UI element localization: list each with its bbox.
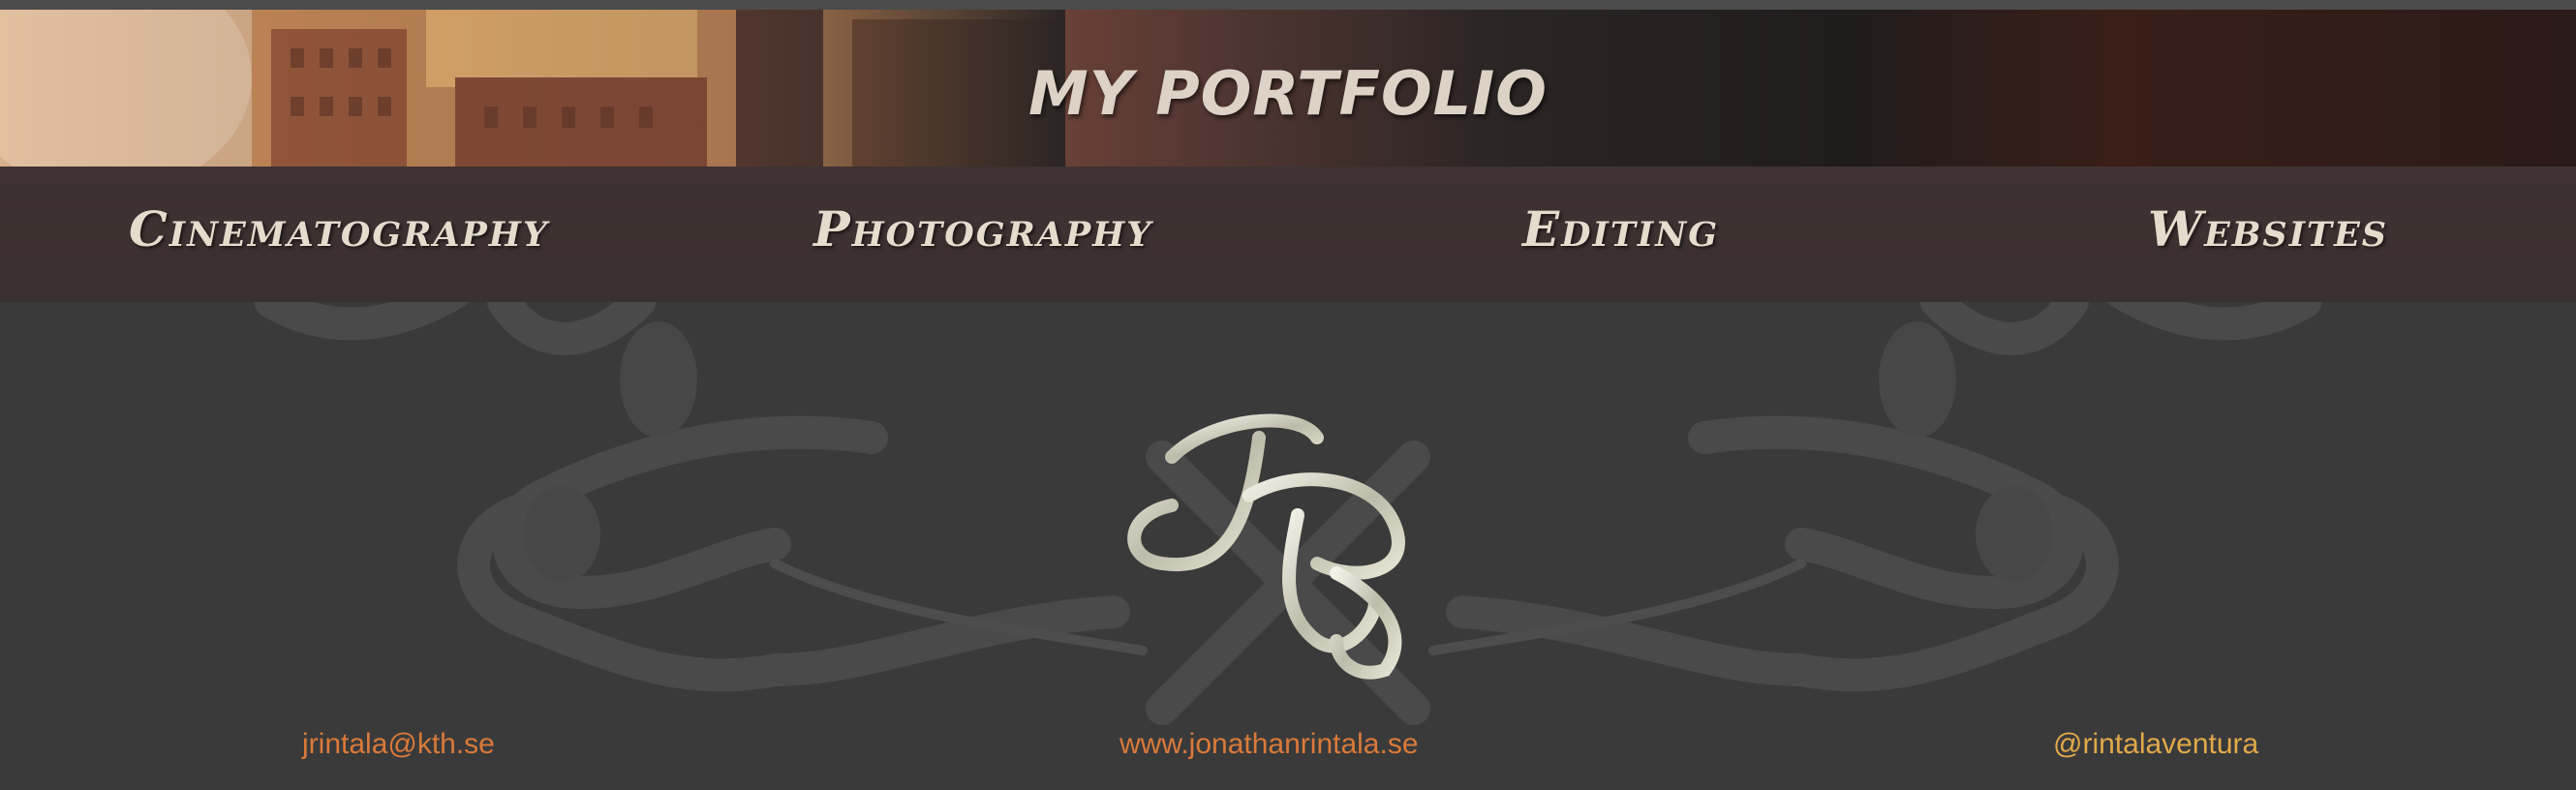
email-link[interactable]: jrintala@kth.se	[302, 728, 495, 761]
header-banner: MY PORTFOLIO	[0, 10, 2576, 167]
website-link[interactable]: www.jonathanrintala.se	[1119, 728, 1419, 761]
main-content: jrintala@kth.se www.jonathanrintala.se @…	[0, 302, 2576, 790]
top-strip	[0, 0, 2576, 10]
social-handle-link[interactable]: @rintalaventura	[2053, 728, 2258, 761]
nav-item-photography[interactable]: Photography	[813, 196, 1152, 263]
page-title: MY PORTFOLIO	[1028, 58, 1548, 129]
nav-item-editing[interactable]: Editing	[1522, 196, 1719, 263]
jr-monogram-logo	[1127, 413, 1405, 680]
main-nav: Cinematography Photography Editing Websi…	[0, 167, 2576, 302]
nav-item-cinematography[interactable]: Cinematography	[129, 196, 549, 263]
nav-item-websites[interactable]: Websites	[2148, 196, 2388, 263]
